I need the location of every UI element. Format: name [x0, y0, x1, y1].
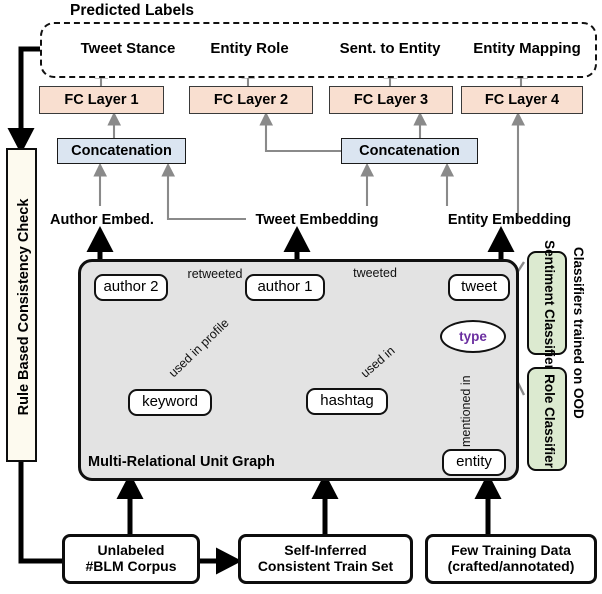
tweet-embedding-label: Tweet Embedding: [255, 211, 379, 228]
graph-node-entity: entity: [442, 449, 506, 476]
graph-edge-label-retweeted: retweeted: [187, 266, 243, 281]
predicted-label-tweet-stance: Tweet Stance: [80, 39, 176, 57]
classifiers-group-label-wrap: Classifiers trained on OOD: [566, 247, 592, 472]
rule-based-consistency-check-box: Rule Based Consistency Check: [6, 148, 37, 462]
self-inferred-line1: Self-Inferred: [284, 542, 367, 559]
graph-edge-label-mentioned-in-anchor: mentioned in: [459, 375, 473, 448]
concatenation-right-box: Concatenation: [341, 138, 478, 164]
few-training-data-line2: (crafted/annotated): [447, 558, 575, 574]
graph-node-tweet: tweet: [448, 274, 510, 301]
graph-node-author-2: author 2: [94, 274, 168, 301]
few-training-data-line1: Few Training Data: [451, 542, 571, 559]
author-embedding-label: Author Embed.: [50, 211, 154, 228]
role-classifier-box: Role Classifier: [527, 367, 567, 471]
concatenation-left-box: Concatenation: [57, 138, 186, 164]
predicted-label-entity-role: Entity Role: [210, 39, 289, 57]
role-classifier-line1: Role: [542, 374, 558, 404]
graph-node-hashtag: hashtag: [306, 388, 388, 415]
few-training-data-box: Few Training Data (crafted/annotated): [425, 534, 597, 584]
rule-based-consistency-check-label: Rule Based Consistency Check: [15, 198, 32, 416]
self-inferred-line2: Consistent Train Set: [257, 558, 394, 574]
role-classifier-line2: Classifier: [542, 407, 558, 468]
graph-edge-label-tweeted: tweeted: [353, 265, 397, 280]
predicted-label-sent-to-entity: Sent. to Entity: [339, 39, 441, 57]
fc-layer-4-box: FC Layer 4: [461, 86, 583, 114]
role-classifier-label: Role Classifier: [529, 369, 569, 473]
sentiment-classifier-line1: Sentiment: [542, 240, 558, 306]
predicted-labels-title: Predicted Labels: [70, 2, 195, 20]
unlabeled-corpus-line1: Unlabeled: [97, 542, 165, 559]
graph-node-type: type: [440, 320, 506, 353]
predicted-label-entity-mapping: Entity Mapping: [473, 39, 581, 57]
graph-edge-label-used-in-anchor: used in: [358, 344, 398, 381]
graph-edge-label-used-in-profile-anchor: used in profile: [166, 316, 232, 380]
fc-layer-2-box: FC Layer 2: [189, 86, 313, 114]
sentiment-classifier-label: Sentiment Classifier: [529, 240, 569, 370]
sentiment-classifier-line2: Classifier: [542, 309, 558, 370]
unlabeled-corpus-box: Unlabeled #BLM Corpus: [62, 534, 200, 584]
unlabeled-corpus-line2: #BLM Corpus: [85, 558, 177, 574]
graph-caption: Multi-Relational Unit Graph: [88, 453, 275, 470]
self-inferred-train-set-box: Self-Inferred Consistent Train Set: [238, 534, 413, 584]
diagram-canvas: Predicted Labels Tweet Stance Entity Rol…: [0, 0, 602, 594]
fc-layer-3-box: FC Layer 3: [329, 86, 453, 114]
fc-layer-1-box: FC Layer 1: [39, 86, 164, 114]
classifiers-group-label: Classifiers trained on OOD: [571, 247, 587, 419]
graph-edge-label-mentioned-in: mentioned in: [459, 375, 473, 447]
entity-embedding-label: Entity Embedding: [447, 211, 572, 228]
sentiment-classifier-box: Sentiment Classifier: [527, 240, 569, 370]
graph-node-keyword: keyword: [128, 389, 212, 416]
